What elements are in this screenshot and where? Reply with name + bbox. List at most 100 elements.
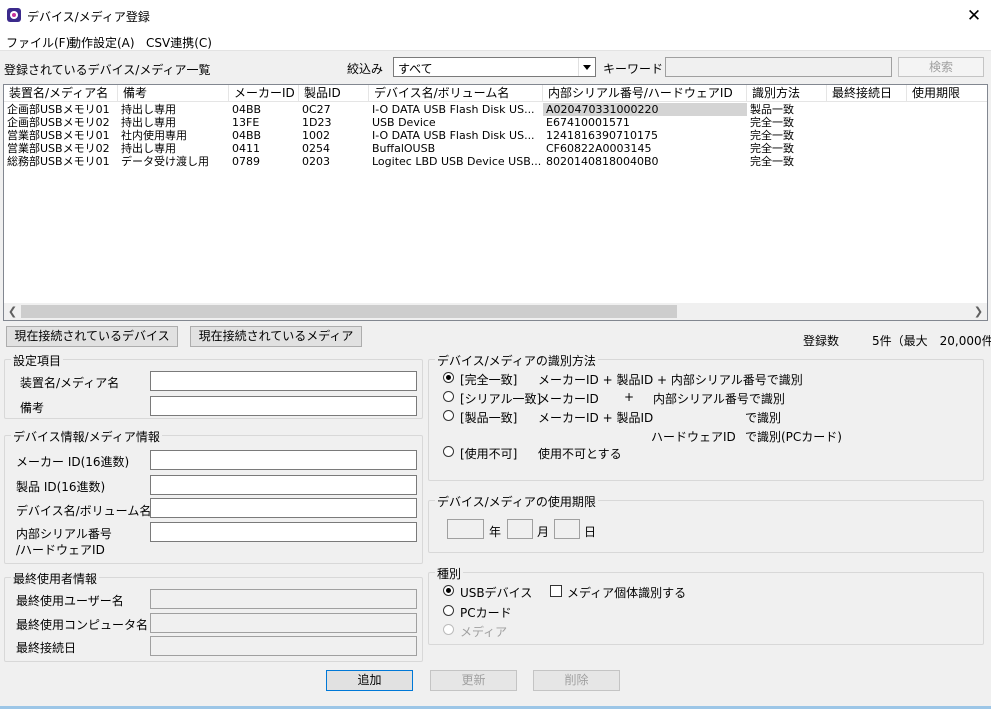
app-icon [7,8,21,22]
delete-button[interactable]: 削除 [533,670,620,691]
cell-serial: 1241816390710175 [546,129,658,142]
horizontal-scrollbar[interactable]: ❮ ❯ [4,303,987,320]
add-button[interactable]: 追加 [326,670,413,691]
cell-product-id: 1D23 [302,116,332,129]
hardware-id-label: /ハードウェアID [16,543,105,557]
identify-product-tag: [製品一致] [460,411,518,425]
maker-id-label: メーカー ID(16進数) [16,455,130,469]
cell-last-connect [827,116,907,129]
identify-disabled-radio[interactable] [443,446,454,457]
media-individual-label: メディア個体識別する [567,586,687,600]
cell-device-name: I-O DATA USB Flash Disk US... [372,129,535,142]
menu-settings[interactable]: 動作設定(A) [69,34,135,51]
table-row[interactable]: 営業部USBメモリ01 社内使用専用 04BB 1002 I-O DATA US… [4,129,987,142]
kind-usb-label: USBデバイス [460,586,533,600]
close-icon[interactable]: ✕ [960,3,988,29]
column-header[interactable]: デバイス名/ボリューム名 [369,85,543,102]
filter-label: 絞込み [347,62,384,76]
chevron-down-icon[interactable] [578,58,595,76]
expiry-year-input[interactable] [447,519,484,539]
serial-input[interactable] [150,522,417,542]
column-header[interactable]: 装置名/メディア名 [4,85,118,102]
column-header[interactable]: 製品ID [299,85,369,102]
device-name-input[interactable] [150,498,417,518]
kind-media-radio[interactable] [443,624,454,635]
identify-serial-tag: [シリアル一致] [460,392,542,406]
product-id-label: 製品 ID(16進数) [16,480,106,494]
note-input[interactable] [150,396,417,416]
identify-product-radio[interactable] [443,410,454,421]
cell-expiry [907,129,987,142]
identify-full-desc: メーカーID + 製品ID + 内部シリアル番号で識別 [538,373,803,387]
table-row[interactable]: 営業部USBメモリ02 持出し専用 0411 0254 BuffalOUSB C… [4,142,987,155]
scroll-right-icon[interactable]: ❯ [970,303,987,320]
name-input[interactable] [150,371,417,391]
kind-group-title: 種別 [435,565,464,582]
identify-hardware-id: ハードウェアID [651,430,736,444]
cell-method: 完全一致 [750,142,794,155]
identify-group-title: デバイス/メディアの識別方法 [435,352,598,369]
cell-method: 完全一致 [750,129,794,142]
filter-select[interactable]: すべて [393,57,596,77]
identify-full-radio[interactable] [443,372,454,383]
cell-last-connect [827,129,907,142]
connected-devices-button[interactable]: 現在接続されているデバイス [6,326,178,347]
keyword-input[interactable] [665,57,892,77]
last-user-field [150,589,417,609]
kind-usb-radio[interactable] [443,585,454,596]
table-row[interactable]: 企画部USBメモリ01 持出し専用 04BB 0C27 I-O DATA USB… [4,103,987,116]
update-button[interactable]: 更新 [430,670,517,691]
cell-serial: E67410001571 [546,116,630,129]
cell-product-id: 0203 [302,155,330,168]
scrollbar-thumb[interactable] [21,305,677,318]
cell-note: 社内使用専用 [121,129,187,142]
cell-expiry [907,142,987,155]
cell-name: 総務部USBメモリ01 [7,155,110,168]
column-header[interactable]: 内部シリアル番号/ハードウェアID [543,85,747,102]
cell-name: 企画部USBメモリ01 [7,103,110,116]
cell-note: 持出し専用 [121,142,176,155]
column-header[interactable]: 識別方法 [747,85,827,102]
identify-full-tag: [完全一致] [460,373,518,387]
last-connect-label: 最終接続日 [16,641,77,655]
identify-product-maker: メーカーID + 製品ID [538,411,654,425]
count-value: 5件（最大 20,000件） [872,334,991,348]
kind-pc-card-radio[interactable] [443,605,454,616]
column-header[interactable]: 備考 [118,85,229,102]
menu-file[interactable]: ファイル(F) [6,34,70,51]
cell-last-connect [827,142,907,155]
identify-serial-plus: + [624,390,635,404]
column-header[interactable]: メーカーID [229,85,299,102]
cell-serial: A020470331000220 [543,103,747,116]
menu-csv[interactable]: CSV連携(C) [146,34,212,51]
device-info-group-title: デバイス情報/メディア情報 [11,428,162,445]
search-button[interactable]: 検索 [898,57,984,77]
cell-maker-id: 0789 [232,155,260,168]
identify-disabled-desc: 使用不可とする [538,447,622,461]
device-list[interactable]: 装置名/メディア名 備考 メーカーID 製品ID デバイス名/ボリューム名 内部… [3,84,988,321]
column-header[interactable]: 使用期限 [907,85,987,102]
expiry-day-input[interactable] [554,519,580,539]
identify-serial-radio[interactable] [443,391,454,402]
cell-method: 製品一致 [750,103,794,116]
last-connect-field [150,636,417,656]
note-label: 備考 [20,401,45,415]
scroll-left-icon[interactable]: ❮ [4,303,21,320]
column-header[interactable]: 最終接続日 [827,85,907,102]
maker-id-input[interactable] [150,450,417,470]
cell-last-connect [827,155,907,168]
table-row[interactable]: 総務部USBメモリ01 データ受け渡し用 0789 0203 Logitec L… [4,155,987,168]
cell-device-name: Logitec LBD USB Device USB... [372,155,542,168]
name-label: 装置名/メディア名 [20,376,120,390]
cell-device-name: I-O DATA USB Flash Disk US... [372,103,535,116]
table-row[interactable]: 企画部USBメモリ02 持出し専用 13FE 1D23 USB Device E… [4,116,987,129]
media-individual-checkbox[interactable] [550,585,562,597]
expiry-month-input[interactable] [507,519,533,539]
product-id-input[interactable] [150,475,417,495]
expiry-group-title: デバイス/メディアの使用期限 [435,493,598,510]
list-caption: 登録されているデバイス/メディア一覧 [4,63,211,77]
cell-product-id: 0C27 [302,103,331,116]
cell-expiry [907,103,987,116]
connected-media-button[interactable]: 現在接続されているメディア [190,326,362,347]
cell-maker-id: 0411 [232,142,260,155]
